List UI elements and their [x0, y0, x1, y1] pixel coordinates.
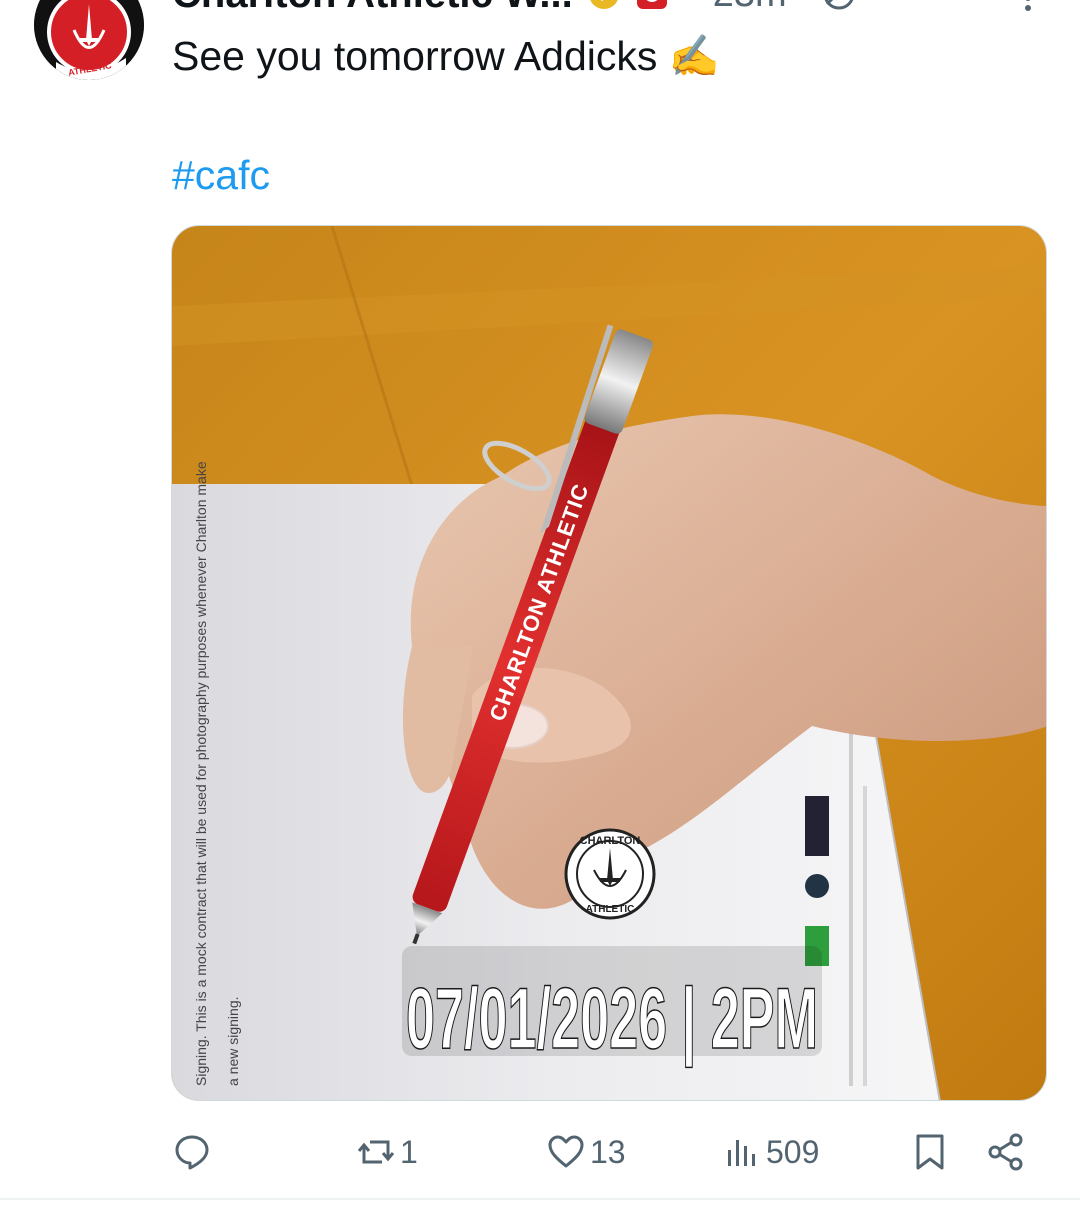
more-options-icon[interactable]	[1022, 0, 1034, 14]
tweet-media-image[interactable]: Signing. This is a mock contract that wi…	[171, 225, 1047, 1101]
avatar[interactable]: ATHLETIC	[34, 0, 144, 80]
crest-overlay: CHARLTON ATHLETIC	[564, 828, 656, 920]
like-count: 13	[590, 1133, 626, 1170]
repost-button[interactable]: 1	[356, 1128, 418, 1176]
media-illustration: Signing. This is a mock contract that wi…	[172, 226, 1046, 1100]
crest-bottom-text: ATHLETIC	[586, 904, 635, 915]
bookmark-button[interactable]	[910, 1128, 950, 1176]
grok-icon[interactable]	[819, 0, 859, 14]
tweet-header: Charlton Athletic W... 23m	[172, 0, 1080, 16]
bookmark-icon	[916, 1134, 944, 1170]
action-bar: 1 13 509	[0, 1128, 1080, 1176]
divider	[0, 1198, 1080, 1200]
heart-icon	[548, 1135, 584, 1168]
tweet-text: See you tomorrow Addicks ✍️	[172, 33, 720, 79]
repost-icon	[357, 1140, 395, 1164]
share-icon	[988, 1133, 1023, 1171]
club-crest-badge-icon[interactable]	[635, 0, 669, 11]
repost-count: 1	[400, 1133, 418, 1170]
date-overlay: 07/01/2026 | 2PM	[406, 971, 818, 1067]
views-button[interactable]: 509	[722, 1128, 819, 1176]
doc-text-line2: a new signing.	[225, 996, 241, 1086]
doc-text-line1: Signing. This is a mock contract that wi…	[193, 461, 209, 1086]
share-button[interactable]	[986, 1128, 1026, 1176]
timestamp[interactable]: 23m	[713, 0, 787, 16]
crest-top-text: CHARLTON	[580, 835, 641, 847]
hashtag-link[interactable]: #cafc	[172, 152, 270, 199]
reply-icon	[175, 1135, 209, 1170]
reply-button[interactable]	[172, 1128, 216, 1176]
views-icon	[728, 1140, 755, 1166]
gold-verified-icon[interactable]	[587, 0, 621, 11]
like-button[interactable]: 13	[546, 1128, 626, 1176]
views-count: 509	[766, 1133, 820, 1170]
charlton-crest-icon: ATHLETIC	[34, 0, 144, 80]
display-name[interactable]: Charlton Athletic W...	[172, 0, 573, 17]
